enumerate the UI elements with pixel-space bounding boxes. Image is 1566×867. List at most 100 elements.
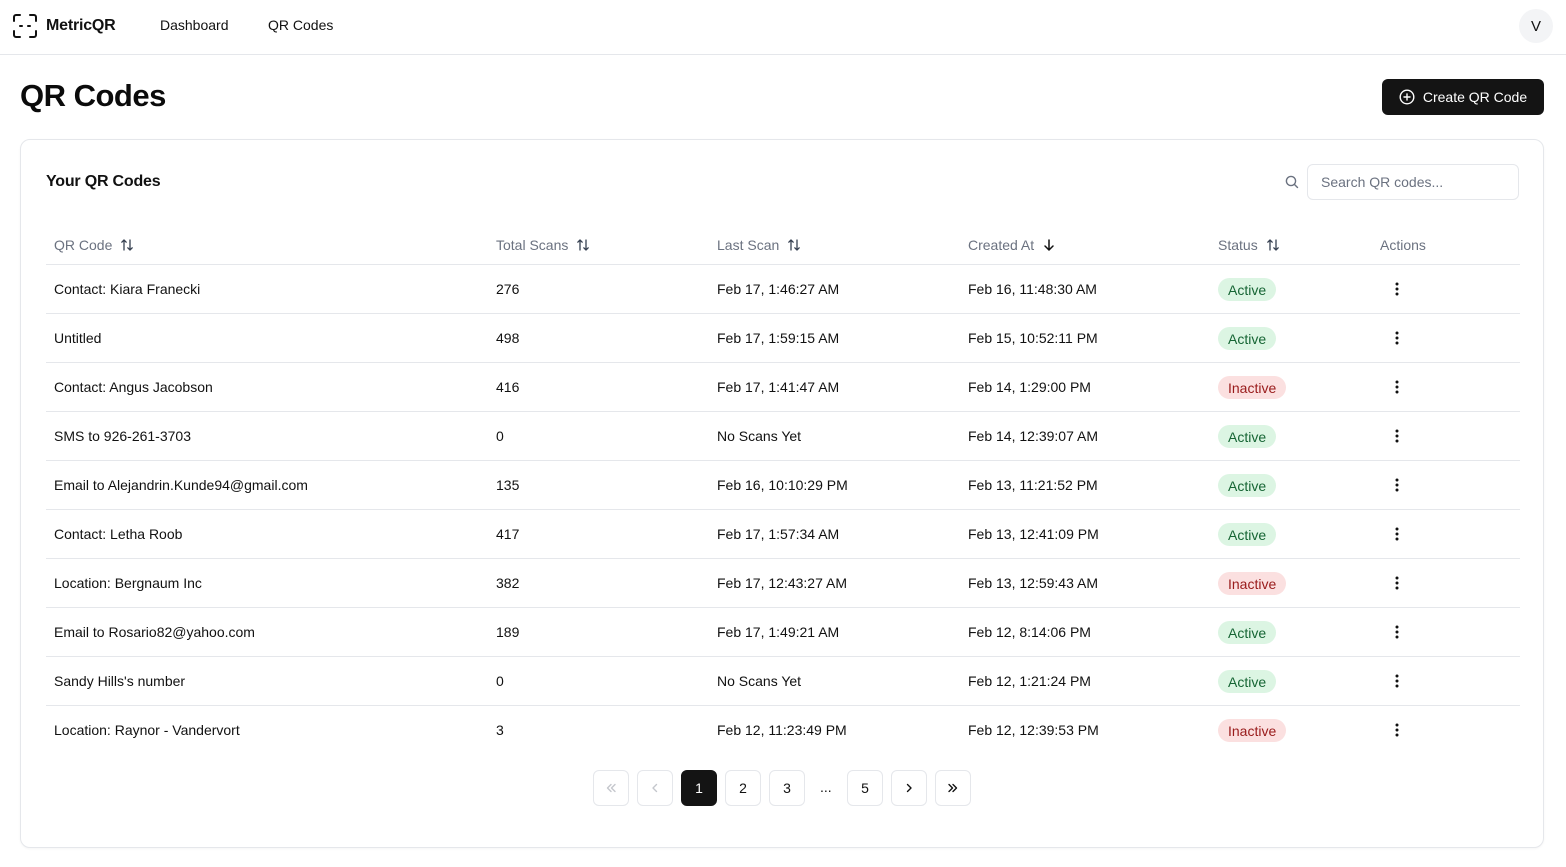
last-scan: Feb 17, 12:43:27 AM: [717, 575, 847, 591]
col-created-at-label: Created At: [968, 237, 1035, 253]
total-scans: 3: [496, 722, 504, 738]
more-vertical-icon: [1395, 331, 1399, 345]
qr-code-name[interactable]: Email to Rosario82@yahoo.com: [54, 624, 255, 640]
col-status-label: Status: [1218, 237, 1258, 253]
col-total-scans[interactable]: Total Scans: [496, 237, 590, 253]
table-row[interactable]: Untitled 498 Feb 17, 1:59:15 AM Feb 15, 10:…: [46, 314, 1520, 363]
chevron-left-icon: [652, 783, 658, 793]
created-at: Feb 12, 8:14:06 PM: [968, 624, 1091, 640]
table-row[interactable]: Email to Alejandrin.Kunde94@gmail.com 135…: [46, 461, 1520, 510]
col-actions: Actions: [1380, 237, 1426, 253]
table-row[interactable]: Location: Raynor - Vandervort 3 Feb 12, 11…: [46, 706, 1520, 755]
create-qr-code-label: Create QR Code: [1422, 89, 1528, 105]
qr-code-name[interactable]: Location: Raynor - Vandervort: [54, 722, 240, 738]
row-actions-button[interactable]: [1387, 279, 1407, 299]
row-actions-button[interactable]: [1387, 622, 1407, 642]
table-row[interactable]: Sandy Hills's number 0 No Scans Yet Feb 12,…: [46, 657, 1520, 706]
table-row[interactable]: Contact: Kiara Franecki 276 Feb 17, 1:46:2…: [46, 265, 1520, 314]
more-vertical-icon: [1395, 527, 1399, 541]
page-3-button[interactable]: 3: [769, 770, 805, 806]
status-badge: Active: [1218, 523, 1277, 546]
last-scan: Feb 17, 1:41:47 AM: [717, 379, 840, 395]
status-badge: Active: [1218, 278, 1277, 301]
qr-scan-icon: [13, 14, 37, 38]
avatar[interactable]: V: [1519, 9, 1553, 43]
row-actions-button[interactable]: [1387, 475, 1407, 495]
more-vertical-icon: [1395, 625, 1399, 639]
row-actions-button[interactable]: [1387, 573, 1407, 593]
card-title: Your QR Codes: [46, 173, 161, 190]
created-at: Feb 14, 12:39:07 AM: [968, 428, 1098, 444]
total-scans: 417: [496, 526, 520, 542]
status-badge: Inactive: [1218, 376, 1287, 399]
last-scan: Feb 17, 1:57:34 AM: [717, 526, 840, 542]
page-5-button[interactable]: 5: [847, 770, 883, 806]
col-last-scan[interactable]: Last Scan: [717, 237, 801, 253]
created-at: Feb 13, 12:59:43 AM: [968, 575, 1098, 591]
status-badge: Active: [1218, 327, 1277, 350]
status-badge: Active: [1218, 670, 1277, 693]
search-icon: [1285, 175, 1299, 189]
row-actions-button[interactable]: [1387, 426, 1407, 446]
total-scans: 276: [496, 281, 520, 297]
qr-code-name[interactable]: Contact: Angus Jacobson: [54, 379, 213, 395]
created-at: Feb 16, 11:48:30 AM: [968, 281, 1097, 297]
nav-dashboard[interactable]: Dashboard: [160, 17, 229, 33]
page-2-button[interactable]: 2: [725, 770, 761, 806]
more-vertical-icon: [1395, 380, 1399, 394]
table-row[interactable]: Email to Rosario82@yahoo.com 189 Feb 17, 1…: [46, 608, 1520, 657]
chevrons-left-icon: [606, 783, 616, 793]
total-scans: 416: [496, 379, 520, 395]
qr-code-name[interactable]: Email to Alejandrin.Kunde94@gmail.com: [54, 477, 308, 493]
col-qr-code[interactable]: QR Code: [54, 237, 134, 253]
status-badge: Inactive: [1218, 719, 1287, 742]
prev-page-button[interactable]: [637, 770, 673, 806]
status-badge: Inactive: [1218, 572, 1287, 595]
last-scan: Feb 12, 11:23:49 PM: [717, 722, 847, 738]
next-page-button[interactable]: [891, 770, 927, 806]
qr-code-name[interactable]: Untitled: [54, 330, 101, 346]
created-at: Feb 12, 1:21:24 PM: [968, 673, 1091, 689]
top-nav: MetricQR Dashboard QR Codes V: [0, 0, 1566, 55]
last-scan: Feb 17, 1:59:15 AM: [717, 330, 840, 346]
arrow-down-icon: [1044, 239, 1054, 251]
row-actions-button[interactable]: [1387, 377, 1407, 397]
table-row[interactable]: Contact: Angus Jacobson 416 Feb 17, 1:41:4…: [46, 363, 1520, 412]
row-actions-button[interactable]: [1387, 720, 1407, 740]
table-row[interactable]: Contact: Letha Roob 417 Feb 17, 1:57:34 AM…: [46, 510, 1520, 559]
total-scans: 135: [496, 477, 520, 493]
more-vertical-icon: [1395, 478, 1399, 492]
total-scans: 0: [496, 673, 504, 689]
total-scans: 382: [496, 575, 520, 591]
page-1-button[interactable]: 1: [681, 770, 717, 806]
create-qr-code-button[interactable]: Create QR Code: [1382, 79, 1544, 115]
last-page-button[interactable]: [935, 770, 971, 806]
nav-qr-codes[interactable]: QR Codes: [268, 17, 333, 33]
row-actions-button[interactable]: [1387, 328, 1407, 348]
row-actions-button[interactable]: [1387, 671, 1407, 691]
last-scan: Feb 17, 1:46:27 AM: [717, 281, 840, 297]
plus-circle-icon: [1399, 89, 1415, 105]
qr-code-name[interactable]: Location: Bergnaum Inc: [54, 575, 202, 591]
search-input[interactable]: [1307, 164, 1519, 200]
more-vertical-icon: [1395, 576, 1399, 590]
sort-icon: [1266, 239, 1279, 251]
first-page-button[interactable]: [593, 770, 629, 806]
col-created-at[interactable]: Created At: [968, 237, 1056, 253]
qr-code-name[interactable]: Contact: Kiara Franecki: [54, 281, 200, 297]
qr-code-name[interactable]: SMS to 926-261-3703: [54, 428, 191, 444]
sort-icon: [577, 239, 590, 251]
brand[interactable]: MetricQR: [12, 13, 116, 39]
table-row[interactable]: Location: Bergnaum Inc 382 Feb 17, 12:43:2…: [46, 559, 1520, 608]
row-actions-button[interactable]: [1387, 524, 1407, 544]
qr-code-name[interactable]: Contact: Letha Roob: [54, 526, 182, 542]
qr-code-name[interactable]: Sandy Hills's number: [54, 673, 185, 689]
total-scans: 0: [496, 428, 504, 444]
sort-icon: [121, 239, 134, 251]
more-vertical-icon: [1395, 282, 1399, 296]
col-status[interactable]: Status: [1218, 237, 1280, 253]
table-row[interactable]: SMS to 926-261-3703 0 No Scans Yet Feb 14, …: [46, 412, 1520, 461]
brand-name: MetricQR: [46, 17, 116, 34]
created-at: Feb 12, 12:39:53 PM: [968, 722, 1099, 738]
status-badge: Active: [1218, 425, 1277, 448]
